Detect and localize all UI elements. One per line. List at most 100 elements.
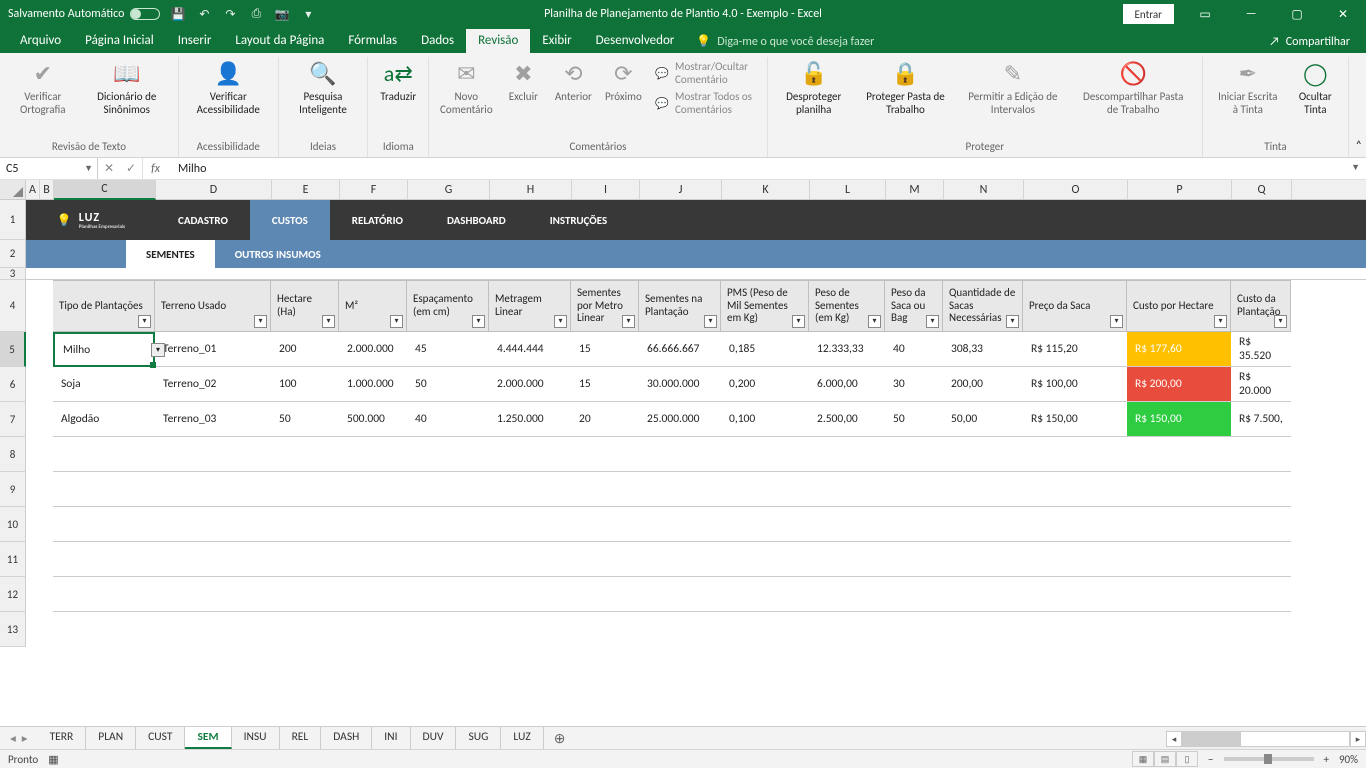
sheet-tab-ini[interactable]: INI xyxy=(372,727,410,749)
nav-secondary-outros-insumos[interactable]: OUTROS INSUMOS xyxy=(215,240,341,268)
tab-formulas[interactable]: Fórmulas xyxy=(336,29,409,53)
add-sheet-button[interactable]: ⊕ xyxy=(544,727,576,750)
table-cell[interactable] xyxy=(809,507,885,542)
tab-revisao[interactable]: Revisão xyxy=(466,29,530,53)
enter-formula-icon[interactable]: ✓ xyxy=(120,158,142,179)
table-cell[interactable]: R$ 35.520 xyxy=(1231,332,1291,367)
table-cell[interactable] xyxy=(571,437,639,472)
table-cell[interactable]: R$ 150,00 xyxy=(1023,402,1127,437)
unshare-workbook-button[interactable]: 🚫Descompartilhar Pasta de Trabalho xyxy=(1070,57,1195,118)
table-cell[interactable] xyxy=(943,472,1023,507)
table-cell[interactable] xyxy=(339,542,407,577)
table-cell[interactable] xyxy=(271,577,339,612)
table-cell[interactable] xyxy=(1127,542,1231,577)
table-cell[interactable]: 0,185 xyxy=(721,332,809,367)
nav-primary-instruções[interactable]: INSTRUÇÕES xyxy=(528,200,629,240)
select-all-corner[interactable] xyxy=(0,180,26,199)
tab-layout[interactable]: Layout da Página xyxy=(223,29,336,53)
smart-lookup-button[interactable]: 🔍Pesquisa Inteligente xyxy=(285,57,362,118)
row-header-7[interactable]: 7 xyxy=(0,402,26,437)
nav-secondary-sementes[interactable]: SEMENTES xyxy=(126,240,215,268)
row-header-8[interactable]: 8 xyxy=(0,437,26,472)
table-cell[interactable] xyxy=(271,437,339,472)
zoom-slider[interactable] xyxy=(1224,757,1314,761)
sheet-tab-duv[interactable]: DUV xyxy=(411,727,457,749)
tab-inserir[interactable]: Inserir xyxy=(166,29,224,53)
table-cell[interactable] xyxy=(571,507,639,542)
table-cell[interactable] xyxy=(407,437,489,472)
table-cell[interactable] xyxy=(489,507,571,542)
table-cell[interactable] xyxy=(639,507,721,542)
table-cell[interactable] xyxy=(639,577,721,612)
table-cell[interactable] xyxy=(885,577,943,612)
column-header-M[interactable]: M xyxy=(886,180,944,199)
table-cell[interactable] xyxy=(885,472,943,507)
table-cell[interactable]: R$ 100,00 xyxy=(1023,367,1127,402)
sheet-tab-terr[interactable]: TERR xyxy=(38,727,87,749)
filter-dropdown-icon[interactable]: ▾ xyxy=(868,315,881,328)
table-cell[interactable]: Terreno_02 xyxy=(155,367,271,402)
table-cell[interactable] xyxy=(53,577,155,612)
table-cell[interactable] xyxy=(809,542,885,577)
formula-input[interactable]: Milho▼ xyxy=(168,162,1366,176)
translate-button[interactable]: a⇄Traduzir xyxy=(374,57,422,106)
filter-dropdown-icon[interactable]: ▾ xyxy=(254,315,267,328)
filter-dropdown-icon[interactable]: ▾ xyxy=(390,315,403,328)
table-cell[interactable]: 20 xyxy=(571,402,639,437)
column-header-D[interactable]: D xyxy=(156,180,272,199)
table-cell[interactable] xyxy=(1231,437,1291,472)
autosave-toggle[interactable]: Salvamento Automático xyxy=(8,7,160,21)
column-header-O[interactable]: O xyxy=(1024,180,1128,199)
table-cell[interactable]: 66.666.667 xyxy=(639,332,721,367)
table-cell[interactable] xyxy=(571,577,639,612)
table-cell[interactable] xyxy=(1231,472,1291,507)
table-cell[interactable]: 40 xyxy=(885,332,943,367)
print-icon[interactable]: ⎙ xyxy=(248,6,264,22)
table-cell[interactable] xyxy=(721,472,809,507)
table-cell[interactable]: 30 xyxy=(885,367,943,402)
table-cell[interactable] xyxy=(943,542,1023,577)
table-cell[interactable] xyxy=(943,437,1023,472)
table-cell[interactable] xyxy=(489,437,571,472)
horizontal-scrollbar[interactable]: ◂ ▸ xyxy=(1166,729,1366,749)
maximize-icon[interactable]: ▢ xyxy=(1274,0,1320,28)
filter-dropdown-icon[interactable]: ▾ xyxy=(792,315,805,328)
table-cell[interactable] xyxy=(407,542,489,577)
table-cell[interactable] xyxy=(571,472,639,507)
redo-icon[interactable]: ↷ xyxy=(222,6,238,22)
filter-dropdown-icon[interactable]: ▾ xyxy=(138,315,151,328)
ribbon-options-icon[interactable]: ▭ xyxy=(1182,0,1228,28)
page-layout-view-button[interactable]: ▤ xyxy=(1154,751,1176,767)
table-cell[interactable] xyxy=(885,507,943,542)
allow-edit-ranges-button[interactable]: ✎Permitir a Edição de Intervalos xyxy=(957,57,1068,118)
table-cell[interactable]: 1.250.000 xyxy=(489,402,571,437)
table-cell[interactable] xyxy=(943,507,1023,542)
table-cell[interactable]: 15 xyxy=(571,332,639,367)
table-cell[interactable]: 50 xyxy=(885,402,943,437)
sheet-tab-plan[interactable]: PLAN xyxy=(86,727,136,749)
normal-view-button[interactable]: ▦ xyxy=(1132,751,1154,767)
filter-dropdown-icon[interactable]: ▾ xyxy=(322,315,335,328)
check-accessibility-button[interactable]: 👤Verificar Acessibilidade xyxy=(185,57,272,118)
column-header-H[interactable]: H xyxy=(490,180,572,199)
sheet-tab-luz[interactable]: LUZ xyxy=(501,727,543,749)
row-header-6[interactable]: 6 xyxy=(0,367,26,402)
table-cell[interactable]: 45 xyxy=(407,332,489,367)
table-cell[interactable] xyxy=(1127,472,1231,507)
table-cell[interactable] xyxy=(271,542,339,577)
table-cell[interactable] xyxy=(1231,577,1291,612)
tab-dados[interactable]: Dados xyxy=(409,29,466,53)
table-cell[interactable]: Milho▾ xyxy=(53,332,155,367)
table-cell[interactable] xyxy=(53,507,155,542)
table-cell[interactable] xyxy=(809,472,885,507)
table-cell[interactable] xyxy=(271,472,339,507)
table-cell[interactable] xyxy=(407,577,489,612)
table-cell[interactable] xyxy=(1231,507,1291,542)
table-cell[interactable]: 308,33 xyxy=(943,332,1023,367)
table-cell[interactable]: R$ 20.000 xyxy=(1231,367,1291,402)
prev-comment-button[interactable]: ⟲Anterior xyxy=(549,57,597,106)
table-cell[interactable] xyxy=(1023,472,1127,507)
table-cell[interactable]: R$ 177,60 xyxy=(1127,332,1231,367)
sheet-tab-cust[interactable]: CUST xyxy=(136,727,185,749)
tab-exibir[interactable]: Exibir xyxy=(530,29,583,53)
